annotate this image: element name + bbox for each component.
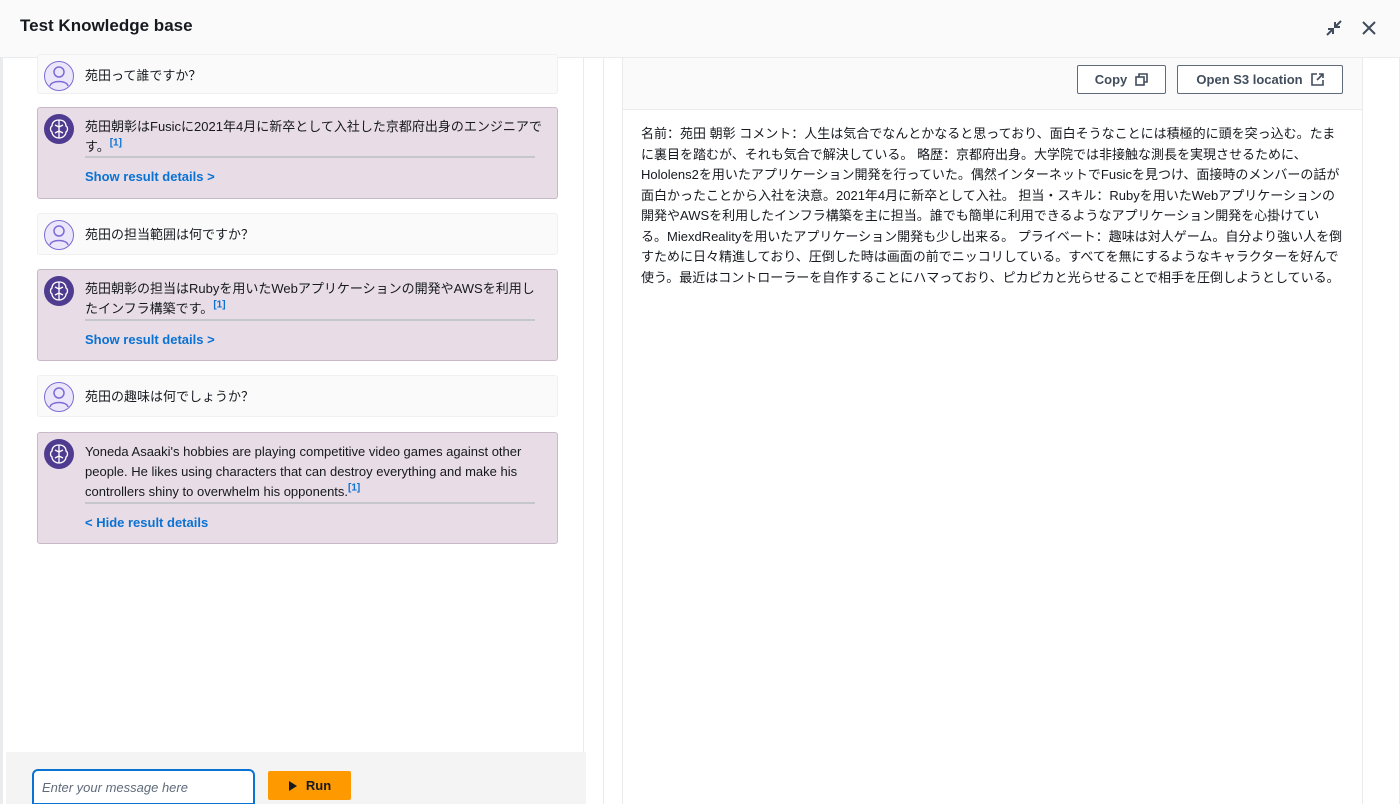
bot-answer-text: 苑田朝彰の担当はRubyを用いたWebアプリケーションの開発やAWSを利用したイ…: [85, 281, 535, 316]
user-avatar-icon: [44, 61, 74, 91]
user-message: 苑田って誰ですか？: [37, 54, 558, 94]
show-result-details-link[interactable]: Show result details >: [85, 169, 215, 184]
chat-input-bar: Run: [6, 752, 586, 804]
message-input[interactable]: [32, 769, 255, 804]
copy-button[interactable]: Copy: [1077, 65, 1166, 94]
bot-message: Yoneda Asaaki's hobbies are playing comp…: [37, 432, 558, 544]
user-message: 苑田の担当範囲は何ですか？: [37, 213, 558, 255]
user-avatar-icon: [44, 220, 74, 250]
divider: [85, 502, 535, 504]
message-text: 苑田朝彰はFusicに2021年4月に新卒として入社した京都府出身のエンジニアで…: [85, 117, 547, 157]
chat-panel: 苑田って誰ですか？ 苑田朝彰はFusicに2021年4月に新卒として入社した京都…: [0, 54, 586, 804]
divider: [85, 319, 535, 321]
play-icon: [288, 780, 297, 791]
source-document-text: 名前：苑田 朝彰 コメント：人生は気合でなんとかなると思っており、面白そうなこと…: [641, 126, 1343, 285]
message-text: 苑田の趣味は何でしょうか？: [85, 389, 255, 404]
citation-link[interactable]: [1]: [213, 300, 225, 311]
close-icon[interactable]: [1357, 16, 1381, 40]
ai-brain-icon: [44, 439, 74, 469]
message-text: 苑田の担当範囲は何ですか？: [85, 227, 255, 242]
copy-icon: [1135, 73, 1149, 86]
open-s3-label: Open S3 location: [1196, 72, 1303, 87]
message-text: 苑田朝彰の担当はRubyを用いたWebアプリケーションの開発やAWSを利用したイ…: [85, 279, 547, 319]
bot-answer-text: 苑田朝彰はFusicに2021年4月に新卒として入社した京都府出身のエンジニアで…: [85, 119, 542, 154]
source-document-box: Copy Open S3 location 名前：苑田 朝彰 コメント：人生は気…: [622, 58, 1363, 804]
modal-header: Test Knowledge base: [0, 0, 1400, 58]
ai-brain-icon: [44, 276, 74, 306]
bot-answer-text: Yoneda Asaaki's hobbies are playing comp…: [85, 444, 522, 499]
user-avatar-icon: [44, 382, 74, 412]
source-panel: Copy Open S3 location 名前：苑田 朝彰 コメント：人生は気…: [603, 58, 1400, 804]
user-message: 苑田の趣味は何でしょうか？: [37, 375, 558, 417]
source-toolbar: Copy Open S3 location: [623, 58, 1362, 110]
open-s3-location-button[interactable]: Open S3 location: [1177, 65, 1343, 94]
hide-result-details-link[interactable]: < Hide result details: [85, 515, 208, 530]
modal-title: Test Knowledge base: [20, 16, 193, 35]
bot-message: 苑田朝彰の担当はRubyを用いたWebアプリケーションの開発やAWSを利用したイ…: [37, 269, 558, 361]
minimize-icon[interactable]: [1322, 16, 1346, 40]
ai-brain-icon: [44, 114, 74, 144]
citation-link[interactable]: [1]: [348, 483, 360, 494]
message-text: Yoneda Asaaki's hobbies are playing comp…: [85, 442, 547, 502]
citation-link[interactable]: [1]: [110, 138, 122, 149]
message-text: 苑田って誰ですか？: [85, 68, 202, 83]
external-link-icon: [1310, 73, 1324, 86]
bot-message: 苑田朝彰はFusicに2021年4月に新卒として入社した京都府出身のエンジニアで…: [37, 107, 558, 199]
run-button[interactable]: Run: [268, 771, 351, 800]
run-button-label: Run: [305, 778, 332, 793]
show-result-details-link[interactable]: Show result details >: [85, 332, 215, 347]
divider: [85, 156, 535, 158]
copy-button-label: Copy: [1094, 72, 1128, 87]
